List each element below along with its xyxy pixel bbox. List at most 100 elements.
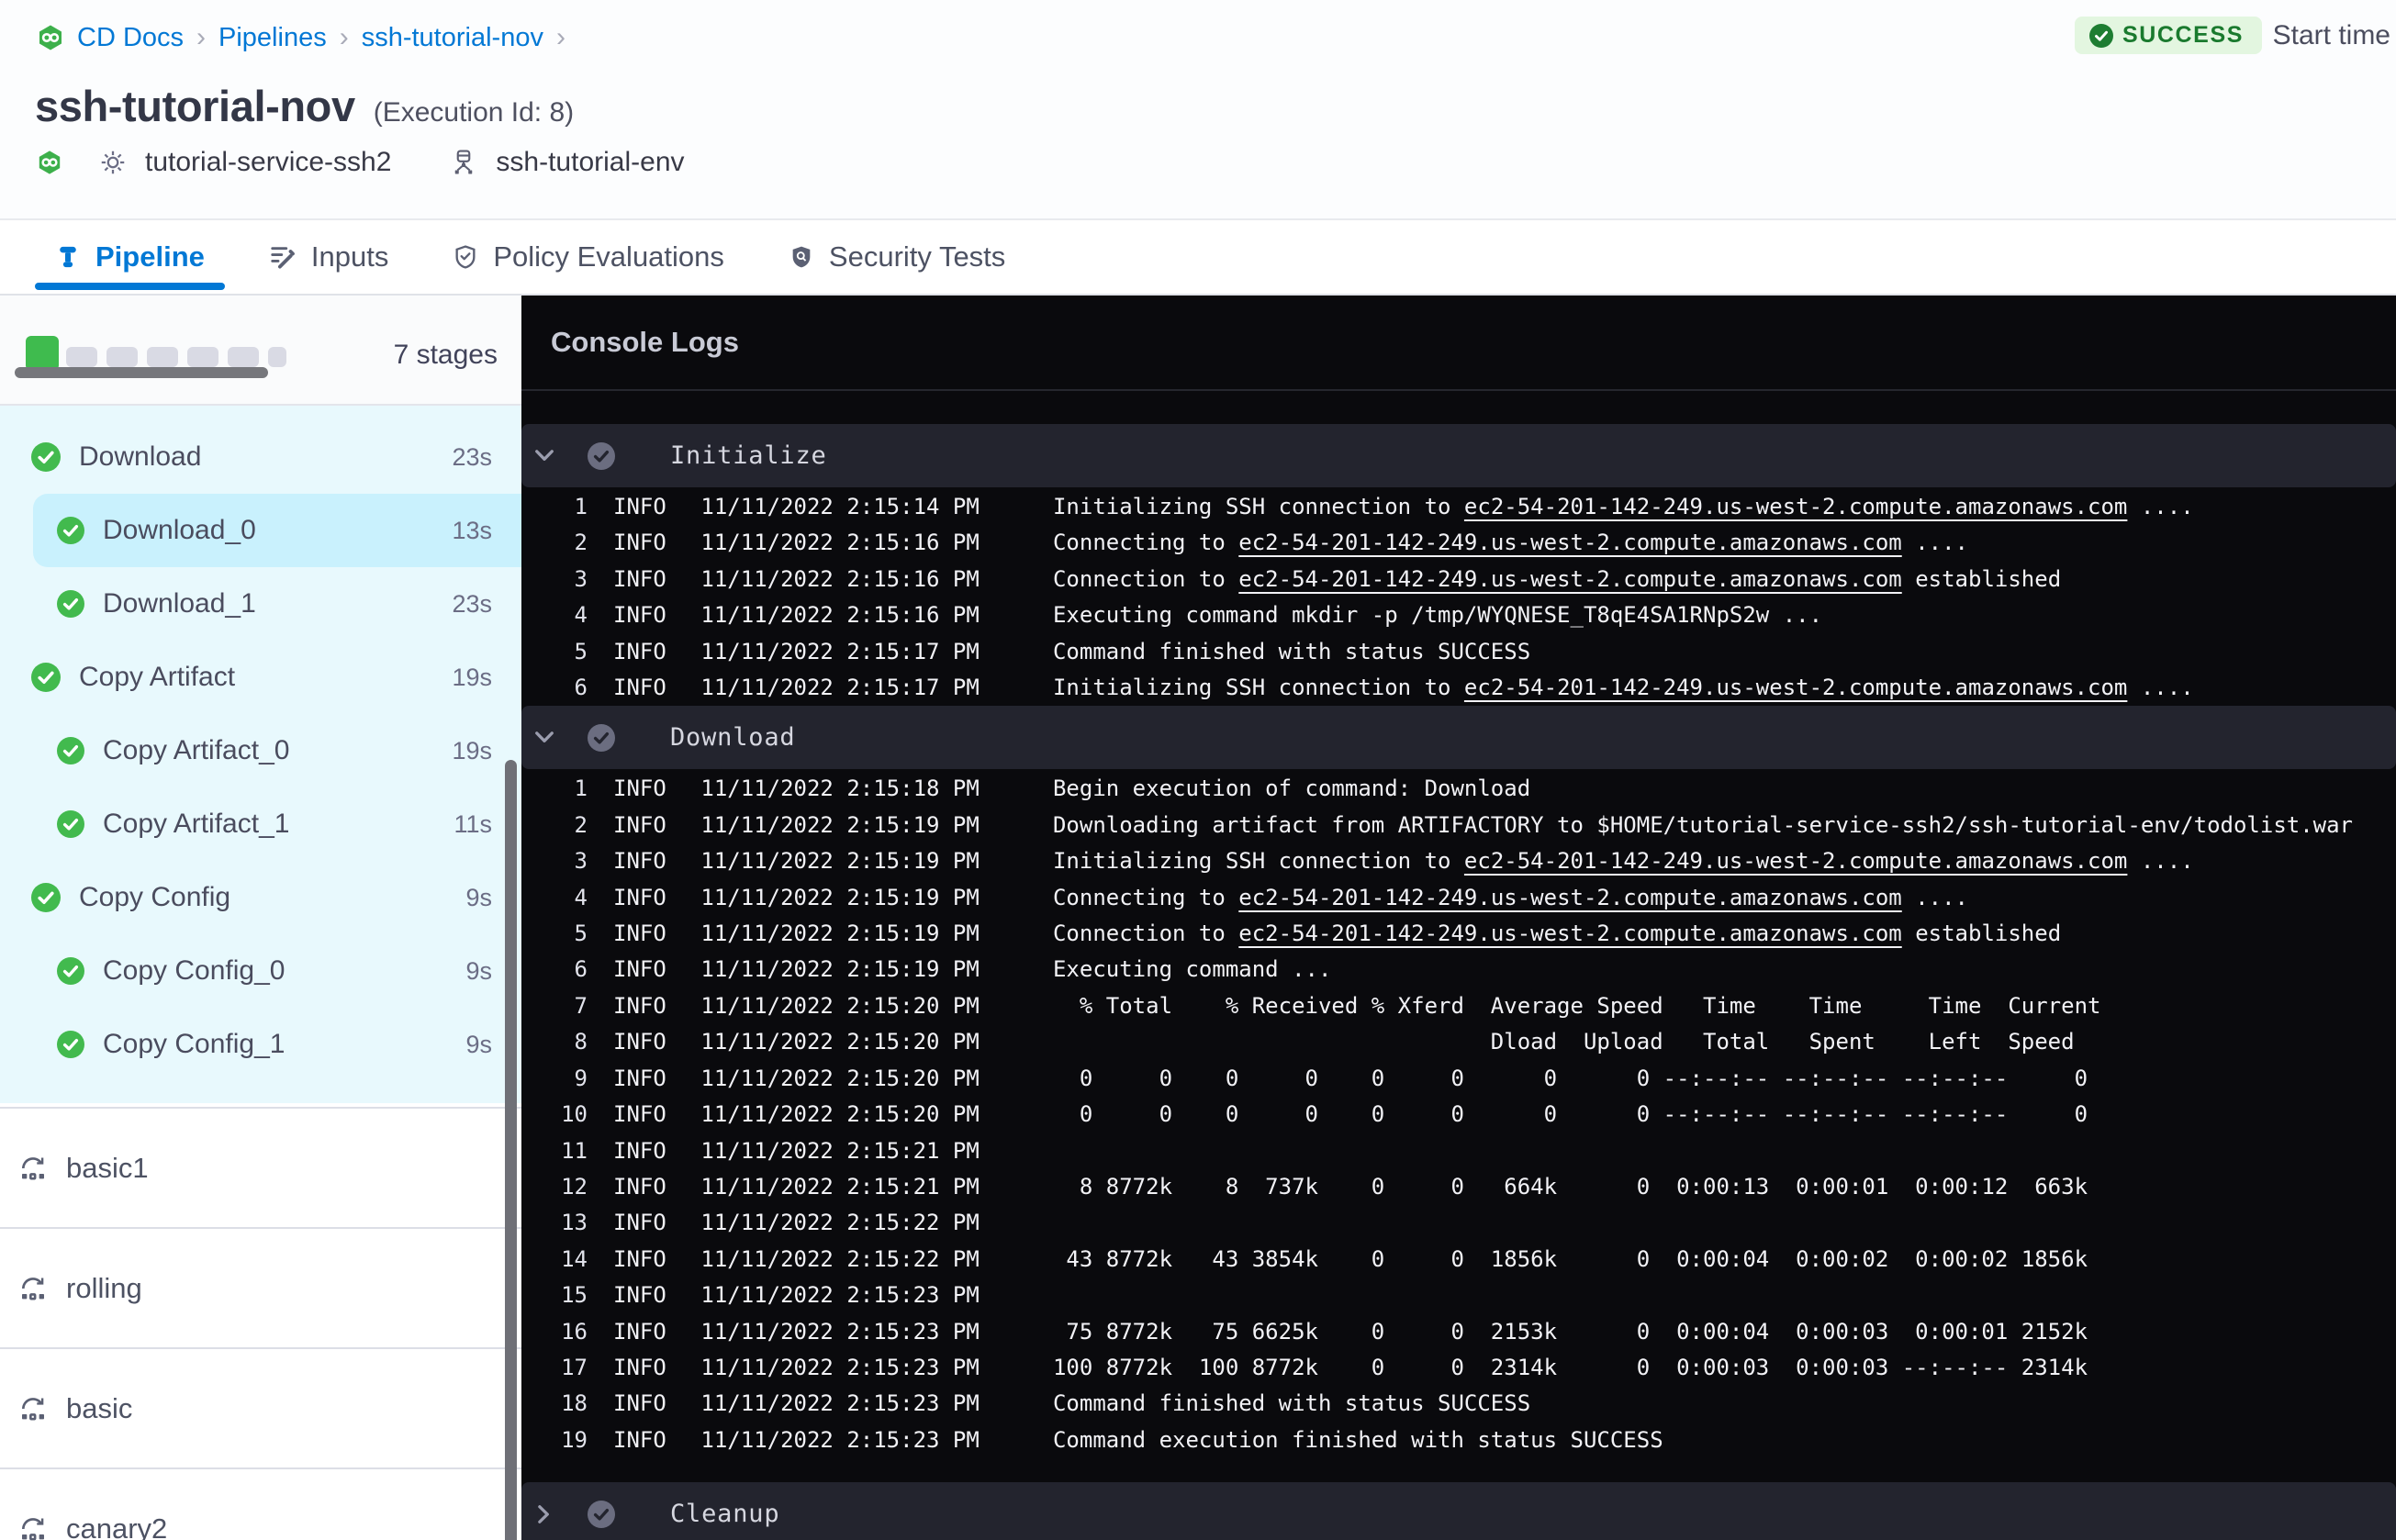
log-timestamp: 11/11/2022 2:15:19 PM (700, 811, 980, 838)
pipeline-item-label: rolling (66, 1271, 142, 1304)
pipeline-item-rolling[interactable]: rolling (0, 1227, 521, 1347)
stage-row-copy-config[interactable]: Copy Config 9s (0, 861, 521, 934)
breadcrumb-link[interactable]: CD Docs (77, 23, 184, 53)
stage-progress-scrollbar[interactable] (15, 367, 268, 378)
log-text: Executing command mkdir -p /tmp/WYQNESE_… (1052, 602, 1823, 629)
breadcrumb-separator: › (555, 22, 565, 52)
pipeline-item-basic1[interactable]: basic1 (0, 1107, 521, 1227)
log-line-number: 10 (561, 1101, 588, 1128)
log-text: established (1901, 921, 2062, 947)
log-timestamp: 11/11/2022 2:15:19 PM (700, 921, 980, 947)
pipeline-item-label: canary2 (66, 1512, 168, 1540)
console-title: Console Logs (551, 326, 739, 358)
log-section-initialize: Initialize 1 INFO 11/11/2022 2:15:14 PM Init… (521, 424, 2396, 706)
stage-square (106, 347, 138, 367)
log-host-link[interactable]: ec2-54-201-142-249.us-west-2.compute.ama… (1464, 848, 2127, 874)
log-text: .... (1901, 530, 1968, 556)
log-line: 18 INFO 11/11/2022 2:15:23 PM Command finis… (521, 1386, 2396, 1422)
log-text: .... (1901, 884, 1968, 910)
status-badge: SUCCESS (2074, 17, 2262, 54)
log-line: 11 INFO 11/11/2022 2:15:21 PM (521, 1133, 2396, 1169)
log-line: 14 INFO 11/11/2022 2:15:22 PM 43 8772k 43 … (521, 1242, 2396, 1278)
service-name[interactable]: tutorial-service-ssh2 (145, 147, 391, 178)
status-check-icon (2088, 23, 2113, 48)
harness-logo-icon (37, 23, 64, 52)
log-timestamp: 11/11/2022 2:15:17 PM (700, 638, 980, 664)
log-text: 75 8772k 75 6625k 0 0 2153k 0 0:00:04 0:… (1052, 1318, 2088, 1345)
log-text: 100 8772k 100 8772k 0 0 2314k 0 0:00:03 … (1052, 1354, 2088, 1380)
log-section-header-download[interactable]: Download (521, 706, 2396, 770)
breadcrumb-link[interactable]: Pipelines (218, 23, 327, 53)
stage-row-download[interactable]: Download 23s (0, 420, 521, 494)
log-text: % Total % Received % Xferd Average Speed… (1052, 992, 2101, 1019)
log-level: INFO (613, 1245, 666, 1272)
stage-label: Download (79, 441, 202, 472)
log-level: INFO (613, 530, 666, 556)
log-text: Connecting to (1052, 530, 1239, 556)
log-host-link[interactable]: ec2-54-201-142-249.us-west-2.compute.ama… (1464, 494, 2127, 519)
tab-security-tests[interactable]: Security Tests (768, 220, 1025, 294)
log-line: 16 INFO 11/11/2022 2:15:23 PM 75 8772k 75 … (521, 1314, 2396, 1350)
environment-name[interactable]: ssh-tutorial-env (496, 147, 684, 178)
pipeline-item-canary2[interactable]: canary2 (0, 1467, 521, 1540)
log-timestamp: 11/11/2022 2:15:23 PM (700, 1354, 980, 1380)
log-level: INFO (613, 602, 666, 629)
log-line-number: 1 (574, 494, 588, 519)
log-level: INFO (613, 1390, 666, 1417)
log-line: 3 INFO 11/11/2022 2:15:19 PM Initializing S… (521, 843, 2396, 879)
tab-policy-evaluations[interactable]: Policy Evaluations (432, 220, 745, 294)
log-host-link[interactable]: ec2-54-201-142-249.us-west-2.compute.ama… (1238, 530, 1901, 555)
log-line-number: 9 (574, 1065, 588, 1091)
log-line-number: 18 (561, 1390, 588, 1417)
log-line: 1 INFO 11/11/2022 2:15:18 PM Begin executio… (521, 771, 2396, 807)
check-circle-icon (57, 517, 84, 544)
stage-row-copy-config-1[interactable]: Copy Config_1 9s (0, 1008, 521, 1081)
execution-header: CD Docs › Pipelines › ssh-tutorial-nov › ssh-… (0, 0, 2396, 218)
log-timestamp: 11/11/2022 2:15:22 PM (700, 1245, 980, 1272)
log-line-number: 3 (574, 848, 588, 875)
log-message: Dload Upload Total Spent Left Speed (1053, 1029, 2075, 1055)
check-circle-icon (588, 441, 615, 470)
pipeline-item-label: basic1 (66, 1151, 149, 1184)
log-line-number: 6 (574, 675, 588, 701)
log-section-name: Initialize (670, 441, 827, 470)
stage-row-copy-config-0[interactable]: Copy Config_0 9s (0, 934, 521, 1008)
pipeline-item-basic[interactable]: basic (0, 1347, 521, 1467)
sidebar-scrollbar[interactable] (505, 760, 517, 1540)
log-host-link[interactable]: ec2-54-201-142-249.us-west-2.compute.ama… (1464, 675, 2127, 700)
stage-row-download-0[interactable]: Download_0 13s (33, 494, 521, 567)
stage-square (187, 347, 218, 367)
log-section-header-cleanup[interactable]: Cleanup (521, 1482, 2396, 1540)
tab-inputs[interactable]: Inputs (249, 220, 409, 294)
log-timestamp: 11/11/2022 2:15:21 PM (700, 1137, 980, 1164)
log-line: 3 INFO 11/11/2022 2:15:16 PM Connection to … (521, 562, 2396, 597)
console-log-area[interactable]: Initialize 1 INFO 11/11/2022 2:15:14 PM Init… (521, 391, 2396, 1540)
log-host-link[interactable]: ec2-54-201-142-249.us-west-2.compute.ama… (1238, 566, 1901, 592)
log-host-link[interactable]: ec2-54-201-142-249.us-west-2.compute.ama… (1238, 921, 1901, 946)
log-text: Dload Upload Total Spent Left Speed (1052, 1029, 2075, 1055)
tab-inputs-label: Inputs (310, 240, 389, 273)
log-section-lines: 1 INFO 11/11/2022 2:15:18 PM Begin executio… (521, 769, 2396, 1458)
tab-policy-evaluations-label: Policy Evaluations (493, 240, 724, 273)
policy-shield-check-icon (453, 243, 478, 271)
log-timestamp: 11/11/2022 2:15:17 PM (700, 675, 980, 701)
stage-label: Copy Artifact (79, 662, 236, 692)
log-timestamp: 11/11/2022 2:15:14 PM (700, 494, 980, 519)
log-text: Executing command ... (1052, 956, 1332, 983)
stage-row-copy-artifact-1[interactable]: Copy Artifact_1 11s (0, 787, 521, 861)
stage-label: Copy Config_0 (103, 955, 286, 986)
log-line-number: 2 (574, 530, 588, 556)
tab-pipeline[interactable]: Pipeline (35, 220, 226, 294)
log-line: 12 INFO 11/11/2022 2:15:21 PM 8 8772k 8 73… (521, 1169, 2396, 1205)
breadcrumb-link[interactable]: ssh-tutorial-nov (362, 23, 543, 53)
log-level: INFO (613, 1282, 666, 1309)
log-line-number: 14 (561, 1245, 588, 1272)
log-message: Connection to ec2-54-201-142-249.us-west… (1053, 921, 2061, 946)
log-section-header-initialize[interactable]: Initialize (521, 424, 2396, 487)
log-message: Executing command ... (1053, 956, 1331, 982)
stage-row-copy-artifact-0[interactable]: Copy Artifact_0 19s (0, 714, 521, 787)
stage-row-download-1[interactable]: Download_1 23s (0, 567, 521, 641)
stage-row-copy-artifact[interactable]: Copy Artifact 19s (0, 641, 521, 714)
stage-label: Download_1 (103, 588, 256, 619)
log-host-link[interactable]: ec2-54-201-142-249.us-west-2.compute.ama… (1238, 885, 1901, 910)
